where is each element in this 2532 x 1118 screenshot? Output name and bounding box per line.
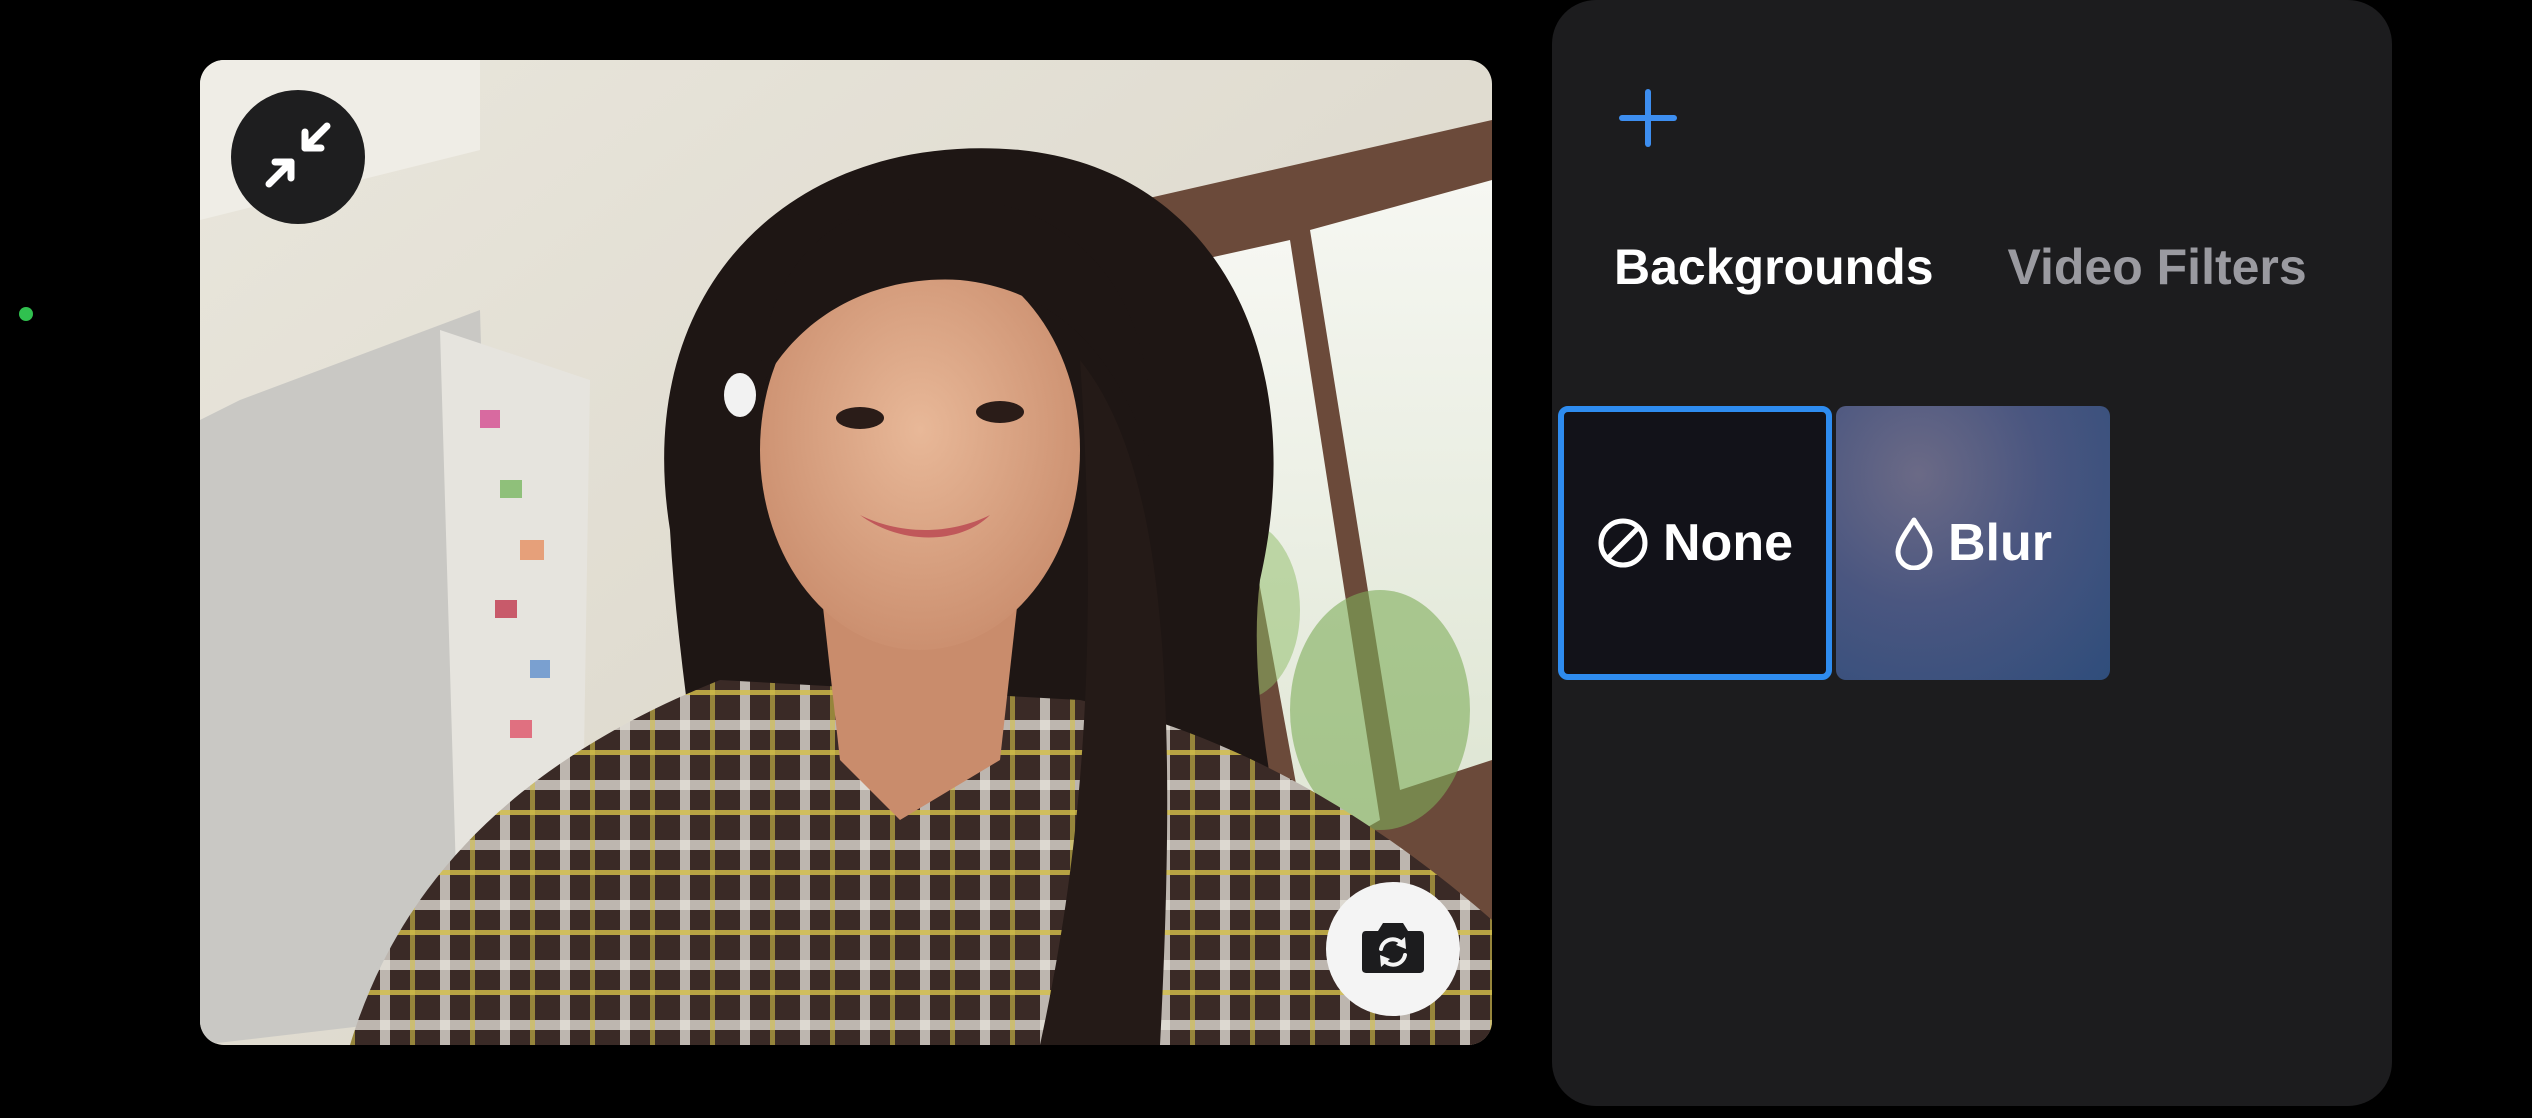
option-label: Blur (1948, 514, 2052, 572)
option-label: None (1663, 514, 1793, 572)
background-option-none[interactable]: None (1558, 406, 1832, 680)
flip-camera-button[interactable] (1326, 882, 1460, 1016)
add-background-button[interactable] (1612, 84, 1684, 156)
none-icon (1597, 517, 1649, 569)
camera-preview (200, 60, 1492, 1045)
effects-panel: Backgrounds Video Filters None Blur (1552, 0, 2392, 1106)
plus-icon (1618, 88, 1678, 153)
camera-flip-icon (1360, 919, 1426, 980)
background-options: None Blur (1558, 406, 2110, 680)
minimize-preview-button[interactable] (231, 90, 365, 224)
minimize-arrows-icon (261, 118, 335, 197)
tab-video-filters[interactable]: Video Filters (2008, 232, 2307, 302)
tab-backgrounds[interactable]: Backgrounds (1614, 232, 1934, 302)
background-option-blur[interactable]: Blur (1836, 406, 2110, 680)
blur-drop-icon (1894, 516, 1934, 570)
status-indicator (19, 307, 33, 321)
effects-tabs: Backgrounds Video Filters (1614, 232, 2307, 302)
camera-feed-image (200, 60, 1492, 1045)
